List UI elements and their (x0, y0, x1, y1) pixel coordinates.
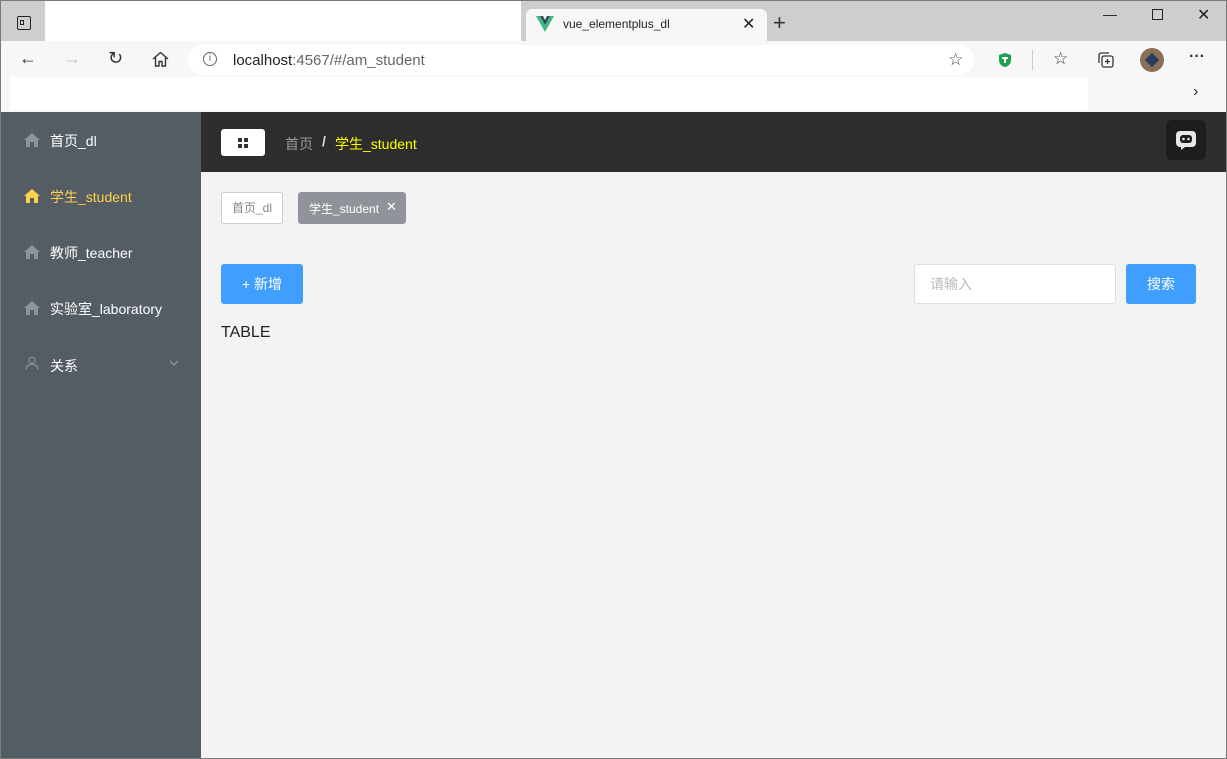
sidebar-item-laboratory[interactable]: 实验室_laboratory (0, 280, 201, 336)
address-url[interactable]: localhost:4567/#/am_student (233, 52, 425, 69)
sidebar-item-label: 首页_dl (50, 133, 97, 149)
chevron-right-icon[interactable]: › (1193, 83, 1198, 101)
home-icon (24, 301, 40, 315)
tag-student[interactable]: 学生_student ✕ (298, 192, 406, 224)
tag-home[interactable]: 首页_dl (221, 192, 283, 224)
search-button[interactable]: 搜索 (1126, 264, 1196, 304)
home-icon (24, 133, 40, 147)
sidebar-item-label: 实验室_laboratory (50, 301, 163, 317)
add-favorite-icon[interactable]: ☆ (948, 50, 963, 70)
more-menu-icon[interactable]: ··· (1189, 48, 1205, 66)
breadcrumb-separator: / (322, 133, 326, 149)
extension-shield-icon[interactable] (997, 52, 1013, 68)
user-icon (25, 356, 39, 370)
tag-close-icon[interactable]: ✕ (386, 199, 397, 215)
back-icon[interactable]: ← (19, 48, 37, 69)
profile-avatar[interactable] (1140, 48, 1164, 72)
toolbar-divider (1032, 50, 1033, 70)
collections-icon[interactable] (1097, 51, 1115, 69)
window-menu-icon[interactable] (17, 16, 31, 30)
minimize-icon[interactable]: — (1103, 6, 1117, 22)
new-tab-button[interactable]: + (773, 10, 786, 36)
home-button-icon[interactable] (152, 51, 169, 67)
user-avatar[interactable] (1166, 120, 1206, 160)
favorites-icon[interactable]: ☆ (1053, 49, 1068, 69)
home-icon (24, 245, 40, 259)
sidebar-item-label: 学生_student (50, 189, 132, 205)
discord-icon (1176, 131, 1196, 150)
main-content (201, 172, 1227, 759)
sidebar: 首页_dl 学生_student 教师_teacher 实验室_laborato… (0, 112, 201, 759)
refresh-icon[interactable]: ↻ (108, 48, 123, 69)
sidebar-item-home[interactable]: 首页_dl (0, 112, 201, 168)
grid-icon (238, 138, 248, 148)
table-placeholder: TABLE (221, 324, 271, 341)
forward-icon[interactable]: → (63, 48, 81, 69)
vue-logo-icon (536, 16, 554, 32)
search-input[interactable] (914, 264, 1116, 304)
collapse-sidebar-button[interactable] (221, 129, 265, 156)
maximize-icon[interactable] (1152, 9, 1163, 20)
sidebar-item-label: 关系 (50, 358, 78, 374)
home-icon (24, 189, 40, 203)
tab-title: vue_elementplus_dl (563, 17, 670, 31)
chevron-down-icon (169, 360, 179, 366)
tab-close-icon[interactable]: ✕ (742, 14, 755, 34)
sidebar-item-teacher[interactable]: 教师_teacher (0, 224, 201, 280)
blank-tab-area (45, 1, 521, 41)
tag-label: 学生_student (309, 202, 380, 216)
site-info-icon[interactable]: i (203, 52, 217, 66)
sidebar-item-label: 教师_teacher (50, 245, 133, 261)
sidebar-item-student[interactable]: 学生_student (0, 168, 201, 224)
breadcrumb-current: 学生_student (335, 136, 417, 152)
sidebar-item-relations[interactable]: 关系 (0, 337, 201, 393)
favorites-bar-area (10, 77, 1088, 110)
close-window-icon[interactable]: ✕ (1197, 5, 1210, 25)
add-button[interactable]: + 新增 (221, 264, 303, 304)
breadcrumb-home[interactable]: 首页 (285, 134, 313, 154)
